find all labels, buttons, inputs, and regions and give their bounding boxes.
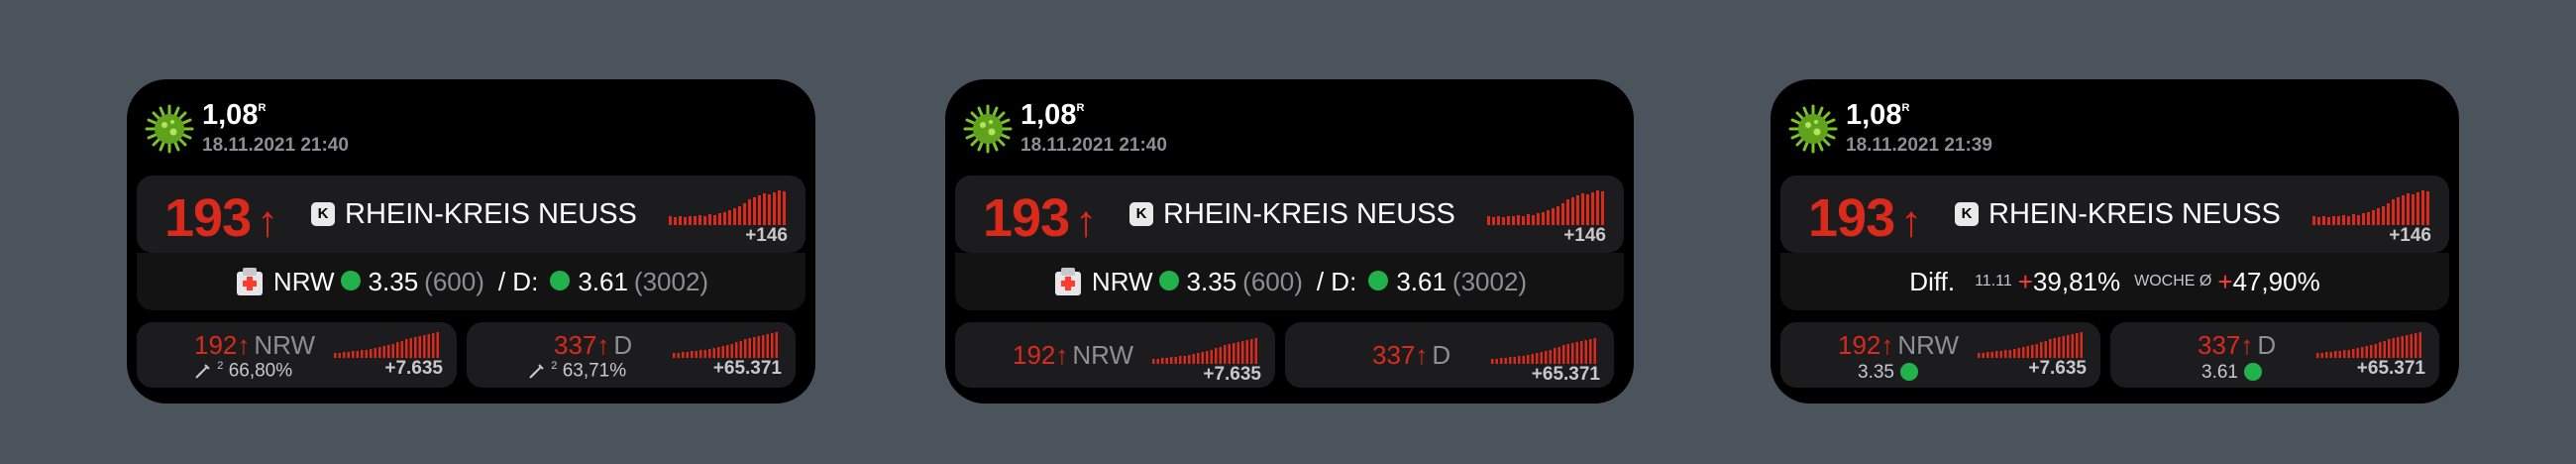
district-name: RHEIN-KREIS NEUSS — [1988, 198, 2281, 230]
status-dot — [340, 271, 361, 290]
arrow-up-icon: ↑ — [1880, 330, 1894, 360]
arrow-up-icon: ↑ — [1900, 197, 1922, 246]
state-trend-sparkline — [1152, 338, 1257, 364]
arrow-up-icon: ↑ — [257, 197, 278, 246]
district-type-badge: K — [1955, 202, 1979, 226]
diff-date: 11.11 — [1975, 273, 2012, 290]
state-panel: 192↑ NRW 2 66,80% +7.635 — [137, 322, 457, 388]
timestamp: 18.11.2021 21:39 — [1846, 135, 1992, 156]
hospitalization-row: NRW 3.35 (600) / D: 3.61 (3002) — [137, 253, 805, 310]
arrow-up-icon: ↑ — [596, 330, 610, 360]
week-sign: + — [2217, 266, 2233, 296]
status-dot — [1158, 271, 1179, 290]
virus-icon — [963, 104, 1013, 154]
r-value: 1,08R — [1846, 99, 1910, 131]
germany-panel: 337↑ D +65.371 — [1285, 322, 1614, 388]
district-incidence: 193 ↑ — [164, 188, 278, 248]
germany-delta: +65.371 — [2356, 358, 2425, 379]
status-dot — [1368, 271, 1389, 290]
state-trend-sparkline — [1978, 332, 2083, 358]
status-dot — [1899, 362, 1918, 381]
state-panel: 192↑ NRW 3.35 +7.635 — [1780, 322, 2100, 388]
status-dot — [2243, 362, 2262, 381]
week-value: 47,90% — [2232, 266, 2320, 296]
diff-row: Diff. 11.11 +39,81% WOCHE Ø +47,90% — [1780, 253, 2449, 310]
r-value: 1,08R — [202, 99, 267, 131]
district-trend-sparkline — [1487, 190, 1604, 225]
germany-hosp-count: (3002) — [633, 266, 709, 296]
state-delta: +7.635 — [1203, 364, 1261, 385]
virus-icon — [145, 104, 194, 154]
district-panel: 193 ↑ K RHEIN-KREIS NEUSS +146 — [137, 175, 805, 253]
state-hosp-count: (600) — [424, 266, 484, 296]
germany-trend-sparkline — [1491, 338, 1596, 364]
state-incidence: 192↑ NRW — [1013, 340, 1134, 370]
district-name: RHEIN-KREIS NEUSS — [1163, 198, 1455, 230]
diff-label: Diff. — [1909, 266, 1956, 296]
state-delta: +7.635 — [384, 358, 443, 379]
status-dot — [550, 271, 571, 290]
state-vaccination: 2 66,80% — [194, 360, 292, 382]
diff-sign: + — [2017, 266, 2033, 296]
state-hosp-value: 3.35 — [1186, 266, 1237, 296]
arrow-up-icon: ↑ — [237, 330, 251, 360]
germany-vaccination: 2 63,71% — [528, 360, 626, 382]
virus-icon — [1788, 104, 1838, 154]
germany-label: / D: — [1316, 266, 1357, 296]
germany-trend-sparkline — [673, 332, 778, 358]
covid-widget-3[interactable]: 1,08R 18.11.2021 21:39 193 ↑ K RHEIN-KREI… — [1771, 79, 2459, 404]
hospital-icon — [1054, 268, 1081, 295]
syringe-icon — [529, 364, 544, 380]
week-label: WOCHE Ø — [2134, 273, 2212, 290]
arrow-up-icon: ↑ — [1055, 340, 1069, 370]
hospital-icon — [236, 268, 263, 295]
district-trend-sparkline — [2312, 190, 2429, 225]
state-delta: +7.635 — [2028, 358, 2087, 379]
district-incidence: 193 ↑ — [983, 188, 1097, 248]
state-hosp-value: 3.35 — [368, 266, 419, 296]
state-incidence: 192↑ NRW — [194, 330, 316, 360]
germany-delta: +65.371 — [712, 358, 782, 379]
district-delta: +146 — [1563, 225, 1606, 246]
hospitalization-row: NRW 3.35 (600) / D: 3.61 (3002) — [955, 253, 1624, 310]
covid-widget-1[interactable]: 1,08R 18.11.2021 21:40 193 ↑ K RHEIN-KREI… — [127, 79, 815, 404]
germany-hosp-value: 3.61 — [1396, 266, 1447, 296]
germany-hosp-value: 3.61 — [578, 266, 628, 296]
germany-incidence: 337↑ D — [2198, 330, 2277, 360]
diff-value: 39,81% — [2032, 266, 2121, 296]
germany-delta: +65.371 — [1531, 364, 1600, 385]
district-name: RHEIN-KREIS NEUSS — [345, 198, 637, 230]
timestamp: 18.11.2021 21:40 — [1020, 135, 1167, 156]
district-panel: 193 ↑ K RHEIN-KREIS NEUSS +146 — [1780, 175, 2449, 253]
district-trend-sparkline — [669, 190, 786, 225]
germany-incidence: 337↑ D — [1372, 340, 1451, 370]
state-hosp: 3.35 — [1858, 362, 1918, 384]
germany-hosp-count: (3002) — [1451, 266, 1528, 296]
state-trend-sparkline — [334, 332, 439, 358]
germany-incidence: 337↑ D — [554, 330, 633, 360]
arrow-up-icon: ↑ — [1075, 197, 1097, 246]
arrow-up-icon: ↑ — [1415, 340, 1429, 370]
germany-panel: 337↑ D 3.61 +65.371 — [2110, 322, 2439, 388]
arrow-up-icon: ↑ — [2240, 330, 2254, 360]
district-incidence: 193 ↑ — [1808, 188, 1922, 248]
district-delta: +146 — [745, 225, 788, 246]
district-type-badge: K — [311, 202, 335, 226]
germany-label: / D: — [497, 266, 539, 296]
germany-trend-sparkline — [2316, 332, 2421, 358]
district-delta: +146 — [2389, 225, 2431, 246]
state-label: NRW — [272, 266, 335, 296]
district-type-badge: K — [1129, 202, 1153, 226]
district-panel: 193 ↑ K RHEIN-KREIS NEUSS +146 — [955, 175, 1624, 253]
state-hosp-count: (600) — [1242, 266, 1303, 296]
r-value: 1,08R — [1020, 99, 1085, 131]
state-panel: 192↑ NRW +7.635 — [955, 322, 1275, 388]
germany-panel: 337↑ D 2 63,71% +65.371 — [467, 322, 796, 388]
state-incidence: 192↑ NRW — [1838, 330, 1960, 360]
state-label: NRW — [1091, 266, 1153, 296]
syringe-icon — [195, 364, 210, 380]
timestamp: 18.11.2021 21:40 — [202, 135, 349, 156]
covid-widget-2[interactable]: 1,08R 18.11.2021 21:40 193 ↑ K RHEIN-KREI… — [945, 79, 1634, 404]
germany-hosp: 3.61 — [2201, 362, 2262, 384]
